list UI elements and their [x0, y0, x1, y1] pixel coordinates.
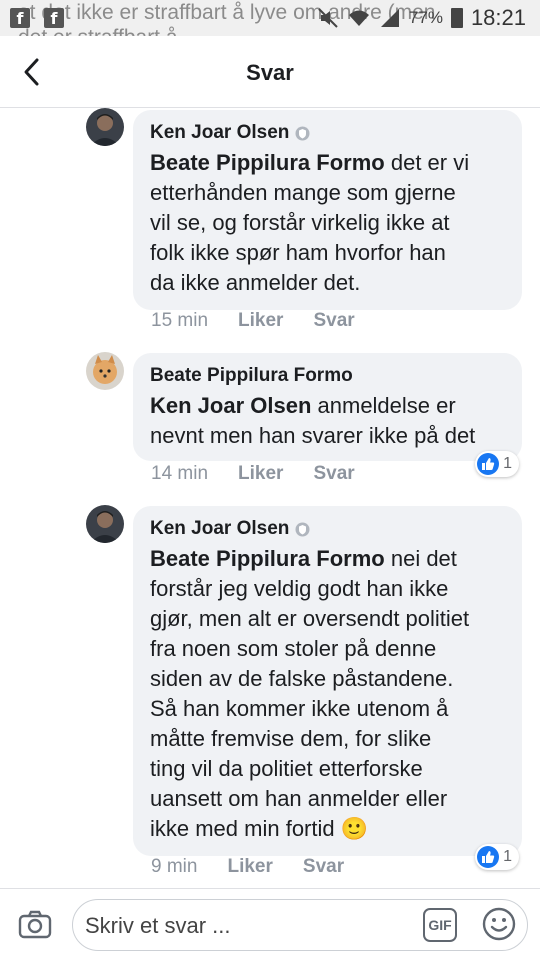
comment-line: fra noen som stoler på denne	[150, 636, 437, 661]
comment-line: ikke med min fortid 🙂	[150, 816, 369, 841]
like-button[interactable]: Liker	[238, 463, 283, 485]
notification-icons: f f	[10, 8, 64, 28]
signal-icon	[380, 9, 399, 27]
comment-line: det er vi	[390, 150, 470, 175]
like-button[interactable]: Liker	[238, 310, 283, 332]
mute-icon	[318, 8, 338, 28]
comment-time: 9 min	[151, 856, 198, 877]
system-icons: 77% 18:21	[317, 5, 526, 31]
comment-time: 15 min	[151, 310, 209, 331]
comment-bubble[interactable]: Ken Joar Olsen Beate Pippilura Formo det…	[133, 110, 522, 310]
shield-badge-icon	[295, 522, 310, 536]
author-name[interactable]: Ken Joar Olsen	[150, 514, 289, 544]
comment-text: Beate Pippilura Formo det er vi etterhån…	[150, 148, 506, 298]
mention-link[interactable]: Beate Pippilura Formo	[150, 150, 385, 175]
comment-text: Ken Joar Olsen anmeldelse er nevnt men h…	[150, 391, 506, 451]
avatar-photo	[86, 505, 124, 543]
status-bar: at det ikke er straffbart å lyve om andr…	[0, 0, 540, 36]
comment-line: måtte fremvise dem, for slike	[150, 726, 432, 751]
wifi-icon	[348, 10, 369, 26]
shield-badge-icon	[295, 126, 310, 140]
comment-text: Beate Pippilura Formo nei det forstår je…	[150, 544, 506, 844]
like-button[interactable]: Liker	[227, 856, 272, 878]
comment-line: da ikke anmelder det.	[150, 270, 361, 295]
comment-line: siden av de falske påstandene.	[150, 666, 454, 691]
comment-line: gjør, men alt er oversendt politiet	[150, 606, 470, 631]
replies-header: Svar	[0, 36, 540, 108]
reply-input[interactable]: Skriv et svar ... GIF	[72, 899, 528, 951]
comment-line: ting vil da politiet etterforske	[150, 756, 423, 781]
page-title: Svar	[246, 60, 294, 85]
reply-button[interactable]: Svar	[303, 856, 344, 878]
comment-line: forstår jeg veldig godt han ikke	[150, 576, 449, 601]
clock: 18:21	[470, 5, 526, 30]
battery-icon	[450, 8, 463, 28]
author-name[interactable]: Beate Pippilura Formo	[150, 361, 353, 391]
reaction-number: 1	[503, 455, 512, 472]
comment-line: nei det	[390, 546, 457, 571]
mention-link[interactable]: Ken Joar Olsen	[150, 393, 311, 418]
reply-button[interactable]: Svar	[313, 310, 354, 332]
comment-line: uansett om han anmelder eller	[150, 786, 448, 811]
camera-button[interactable]	[18, 909, 52, 939]
comment-line: folk ikke spør ham hvorfor han	[150, 240, 446, 265]
comment-meta: 9 min Liker Svar	[151, 856, 374, 878]
gif-button[interactable]: GIF	[423, 908, 457, 942]
avatar-beate-pippilura-formo[interactable]	[86, 352, 124, 390]
reaction-count[interactable]: 1	[475, 844, 519, 870]
comment-line: anmeldelse er	[317, 393, 456, 418]
comment-line: etterhånden mange som gjerne	[150, 180, 456, 205]
avatar-photo	[86, 108, 124, 146]
camera-icon	[18, 910, 52, 939]
reaction-number: 1	[503, 848, 512, 865]
thumbs-up-icon	[477, 846, 500, 868]
reply-button[interactable]: Svar	[313, 463, 354, 485]
reply-composer: Skriv et svar ... GIF	[0, 888, 540, 960]
comment-bubble[interactable]: Beate Pippilura Formo Ken Joar Olsen anm…	[133, 353, 522, 461]
emoji-button[interactable]	[481, 906, 517, 942]
avatar-photo	[86, 352, 124, 390]
comment-line: vil se, og forstår virkelig ikke at	[150, 210, 450, 235]
facebook-notification-icon-2: f	[44, 8, 64, 28]
thumbs-up-icon	[477, 453, 500, 475]
comment-author[interactable]: Beate Pippilura Formo	[150, 361, 506, 391]
smiley-icon	[482, 907, 516, 941]
reaction-count[interactable]: 1	[475, 451, 519, 477]
battery-percent: 77%	[408, 8, 443, 27]
comment-line: Så han kommer ikke utenom å	[150, 696, 449, 721]
comment-meta: 15 min Liker Svar	[151, 310, 385, 332]
facebook-notification-icon: f	[10, 8, 30, 28]
comment-line: nevnt men han svarer ikke på det	[150, 423, 476, 448]
comment-meta: 14 min Liker Svar	[151, 463, 385, 485]
comment-author[interactable]: Ken Joar Olsen	[150, 514, 506, 544]
comment-time: 14 min	[151, 463, 209, 484]
avatar-ken-joar-olsen[interactable]	[86, 505, 124, 543]
avatar-ken-joar-olsen[interactable]	[86, 108, 124, 146]
comment-bubble[interactable]: Ken Joar Olsen Beate Pippilura Formo nei…	[133, 506, 522, 856]
comment-author[interactable]: Ken Joar Olsen	[150, 118, 506, 148]
author-name[interactable]: Ken Joar Olsen	[150, 118, 289, 148]
mention-link[interactable]: Beate Pippilura Formo	[150, 546, 385, 571]
reply-input-placeholder: Skriv et svar ...	[85, 913, 231, 938]
